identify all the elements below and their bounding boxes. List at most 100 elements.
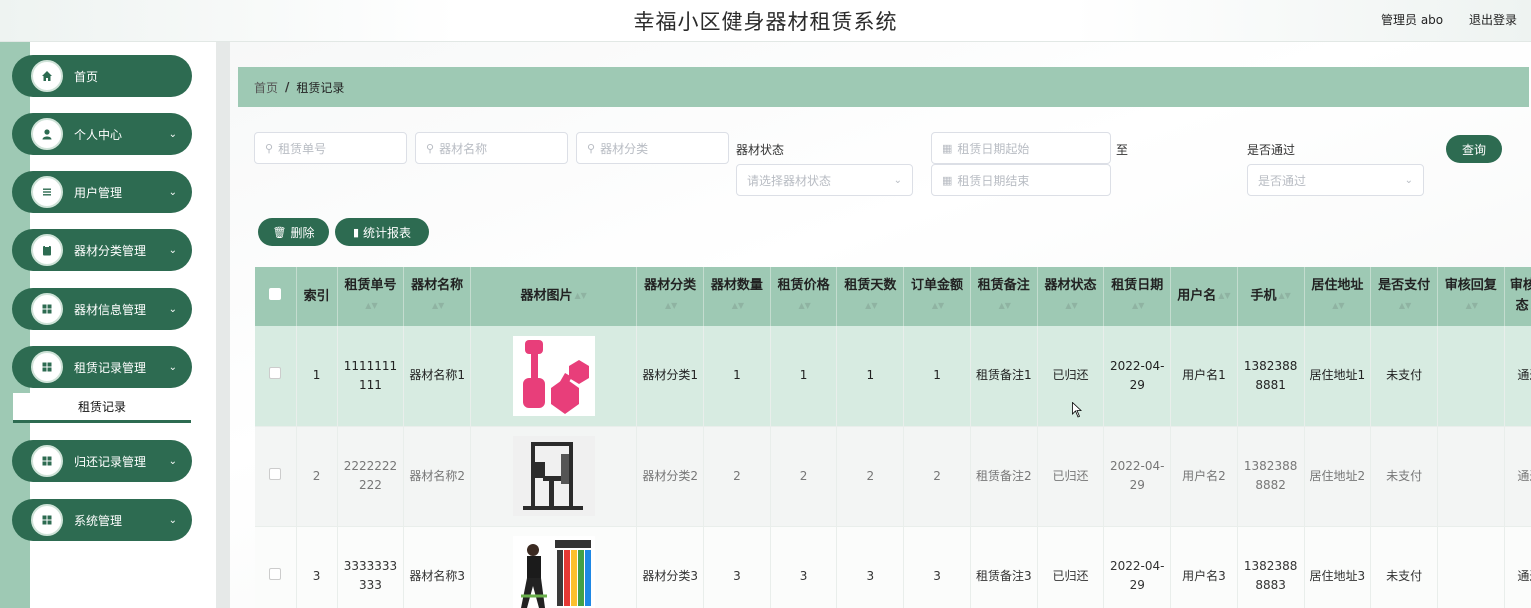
sidebar-item-users[interactable]: 用户管理 ⌄	[12, 171, 192, 213]
rental-no-input[interactable]: ⚲ 租赁单号	[254, 132, 407, 164]
date-start-input[interactable]: ▦ 租赁日期起始	[931, 132, 1111, 164]
sort-icon[interactable]: ▲▼	[1466, 296, 1478, 316]
clipboard-icon	[31, 234, 63, 266]
status-select[interactable]: 请选择器材状态 ⌄	[736, 164, 913, 196]
sidebar-item-home[interactable]: 首页	[12, 55, 192, 97]
table-row[interactable]: 1 1111111111 器材名称1 器材分类1 1 1 1 1 租赁备注1 已…	[255, 326, 1531, 427]
sort-icon[interactable]: ▲▼	[732, 296, 744, 316]
cell-status: 已归还	[1037, 426, 1105, 527]
col-header[interactable]: 租赁价格 ▲▼	[770, 267, 838, 326]
sort-icon[interactable]: ▲▼	[575, 286, 587, 306]
status-placeholder: 请选择器材状态	[747, 173, 832, 188]
status-label: 器材状态	[736, 143, 785, 157]
submenu-rental-records[interactable]: 租赁记录	[13, 393, 191, 423]
breadcrumb: 首页 / 租赁记录	[238, 67, 1529, 107]
delete-button[interactable]: 🗑 删除	[258, 218, 329, 246]
sort-icon[interactable]: ▲▼	[865, 296, 877, 316]
row-select-cell[interactable]	[255, 426, 297, 527]
col-header[interactable]: 器材图片 ▲▼	[470, 267, 638, 326]
sort-icon[interactable]: ▲▼	[932, 296, 944, 316]
sidebar-item-category[interactable]: 器材分类管理 ⌄	[12, 229, 192, 271]
cell-index: 3	[296, 526, 338, 608]
col-header[interactable]: 租赁单号 ▲▼	[337, 267, 405, 326]
col-header[interactable]: 用户名 ▲▼	[1170, 267, 1238, 326]
cell-status: 已归还	[1037, 326, 1105, 427]
breadcrumb-current: 租赁记录	[296, 80, 345, 95]
sidebar-item-rental-records[interactable]: 租赁记录管理 ⌄	[12, 346, 192, 388]
sort-icon[interactable]: ▲▼	[1218, 286, 1230, 306]
col-header[interactable]: 居住地址 ▲▼	[1304, 267, 1372, 326]
chevron-down-icon: ⌄	[1404, 174, 1413, 186]
date-end-input[interactable]: ▦ 租赁日期结束	[931, 164, 1111, 196]
col-header[interactable]: 租赁天数 ▲▼	[836, 267, 905, 326]
sort-icon[interactable]: ▲▼	[365, 296, 377, 316]
calendar-icon: ▦	[942, 141, 953, 155]
sidebar-item-label: 系统管理	[74, 513, 123, 528]
sidebar-item-equipment[interactable]: 器材信息管理 ⌄	[12, 288, 192, 330]
row-checkbox[interactable]	[269, 567, 282, 580]
logout-link[interactable]: 退出登录	[1469, 13, 1517, 27]
select-all-checkbox[interactable]	[269, 287, 282, 300]
sort-icon[interactable]: ▲▼	[999, 296, 1011, 316]
col-header-label: 租赁天数	[844, 278, 897, 294]
sort-icon[interactable]: ▲▼	[1132, 296, 1144, 316]
col-header[interactable]: 手机 ▲▼	[1237, 267, 1305, 326]
col-header[interactable]: 订单金额 ▲▼	[903, 267, 971, 326]
cell-address: 居住地址3	[1304, 526, 1372, 608]
cell-image	[470, 326, 638, 427]
table-row[interactable]: 2 2222222222 器材名称2 器材分类2 2 2 2 2 租赁备注2 已…	[255, 426, 1531, 527]
col-header[interactable]: 器材分类 ▲▼	[636, 267, 705, 326]
sidebar-item-system[interactable]: 系统管理 ⌄	[12, 499, 192, 541]
row-select-cell[interactable]	[255, 526, 297, 608]
sort-icon[interactable]: ▲▼	[1332, 296, 1344, 316]
chevron-down-icon: ⌄	[168, 128, 177, 140]
select-all-header[interactable]	[255, 267, 297, 326]
cell-remark: 租赁备注1	[970, 326, 1038, 427]
cell-address: 居住地址2	[1304, 426, 1372, 527]
gym-machine-image	[512, 436, 595, 516]
sidebar-item-label: 租赁记录管理	[74, 360, 147, 375]
passed-select[interactable]: 是否通过 ⌄	[1247, 164, 1424, 196]
sidebar-item-profile[interactable]: 个人中心 ⌄	[12, 113, 192, 155]
col-header-label: 用户名	[1177, 288, 1217, 304]
col-header[interactable]: 是否支付 ▲▼	[1370, 267, 1438, 326]
col-header[interactable]: 器材名称 ▲▼	[403, 267, 472, 326]
col-header[interactable]: 器材数量 ▲▼	[703, 267, 771, 326]
sort-icon[interactable]: ▲▼	[432, 296, 444, 316]
equipment-name-input[interactable]: ⚲ 器材名称	[415, 132, 568, 164]
row-select-cell[interactable]	[255, 326, 297, 427]
sidebar-scrollbar[interactable]	[216, 42, 230, 608]
col-header[interactable]: 器材状态 ▲▼	[1037, 267, 1105, 326]
cell-reply	[1437, 526, 1505, 608]
row-checkbox[interactable]	[269, 467, 282, 480]
grid-icon	[31, 351, 63, 383]
sort-icon[interactable]: ▲▼	[798, 296, 810, 316]
chevron-down-icon: ⌄	[168, 303, 177, 315]
sidebar-item-label: 器材分类管理	[74, 243, 147, 258]
equipment-name-placeholder: 器材名称	[439, 141, 488, 156]
col-header[interactable]: 审核状态▲▼	[1504, 267, 1531, 326]
col-header[interactable]: 审核回复 ▲▼	[1437, 267, 1505, 326]
sort-icon[interactable]: ▲▼	[1065, 296, 1077, 316]
table-row[interactable]: 3 3333333333 器材名称3 器材分类3 3 3 3 3 租赁备注3 已…	[255, 526, 1531, 608]
sort-icon[interactable]: ▲▼	[1278, 286, 1290, 306]
sidebar-item-return-records[interactable]: 归还记录管理 ⌄	[12, 440, 192, 482]
cell-phone: 13823888881	[1237, 326, 1305, 427]
dumbbell-image	[512, 335, 595, 416]
col-header-label: 审核状态	[1509, 278, 1531, 314]
sort-icon[interactable]: ▲▼	[665, 296, 677, 316]
report-button[interactable]: ▮ 统计报表	[335, 218, 429, 246]
cell-address: 居住地址1	[1304, 326, 1372, 427]
query-button[interactable]: 查询	[1446, 135, 1502, 163]
sort-icon[interactable]: ▲▼	[1399, 296, 1411, 316]
col-header[interactable]: 租赁备注 ▲▼	[970, 267, 1038, 326]
table-header: 索引 租赁单号▲▼ 器材名称▲▼ 器材图片 ▲▼ 器材分类▲▼ 器材数量▲▼ 租赁…	[255, 267, 1531, 326]
category-input[interactable]: ⚲ 器材分类	[576, 132, 729, 164]
col-header[interactable]: 租赁日期 ▲▼	[1103, 267, 1172, 326]
cell-index: 1	[296, 326, 338, 427]
breadcrumb-home[interactable]: 首页	[254, 79, 278, 96]
row-checkbox[interactable]	[269, 367, 282, 380]
report-label: 统计报表	[363, 225, 412, 240]
top-bar: 幸福小区健身器材租赁系统 管理员 abo 退出登录	[0, 0, 1531, 42]
cell-qty: 2	[703, 426, 771, 527]
